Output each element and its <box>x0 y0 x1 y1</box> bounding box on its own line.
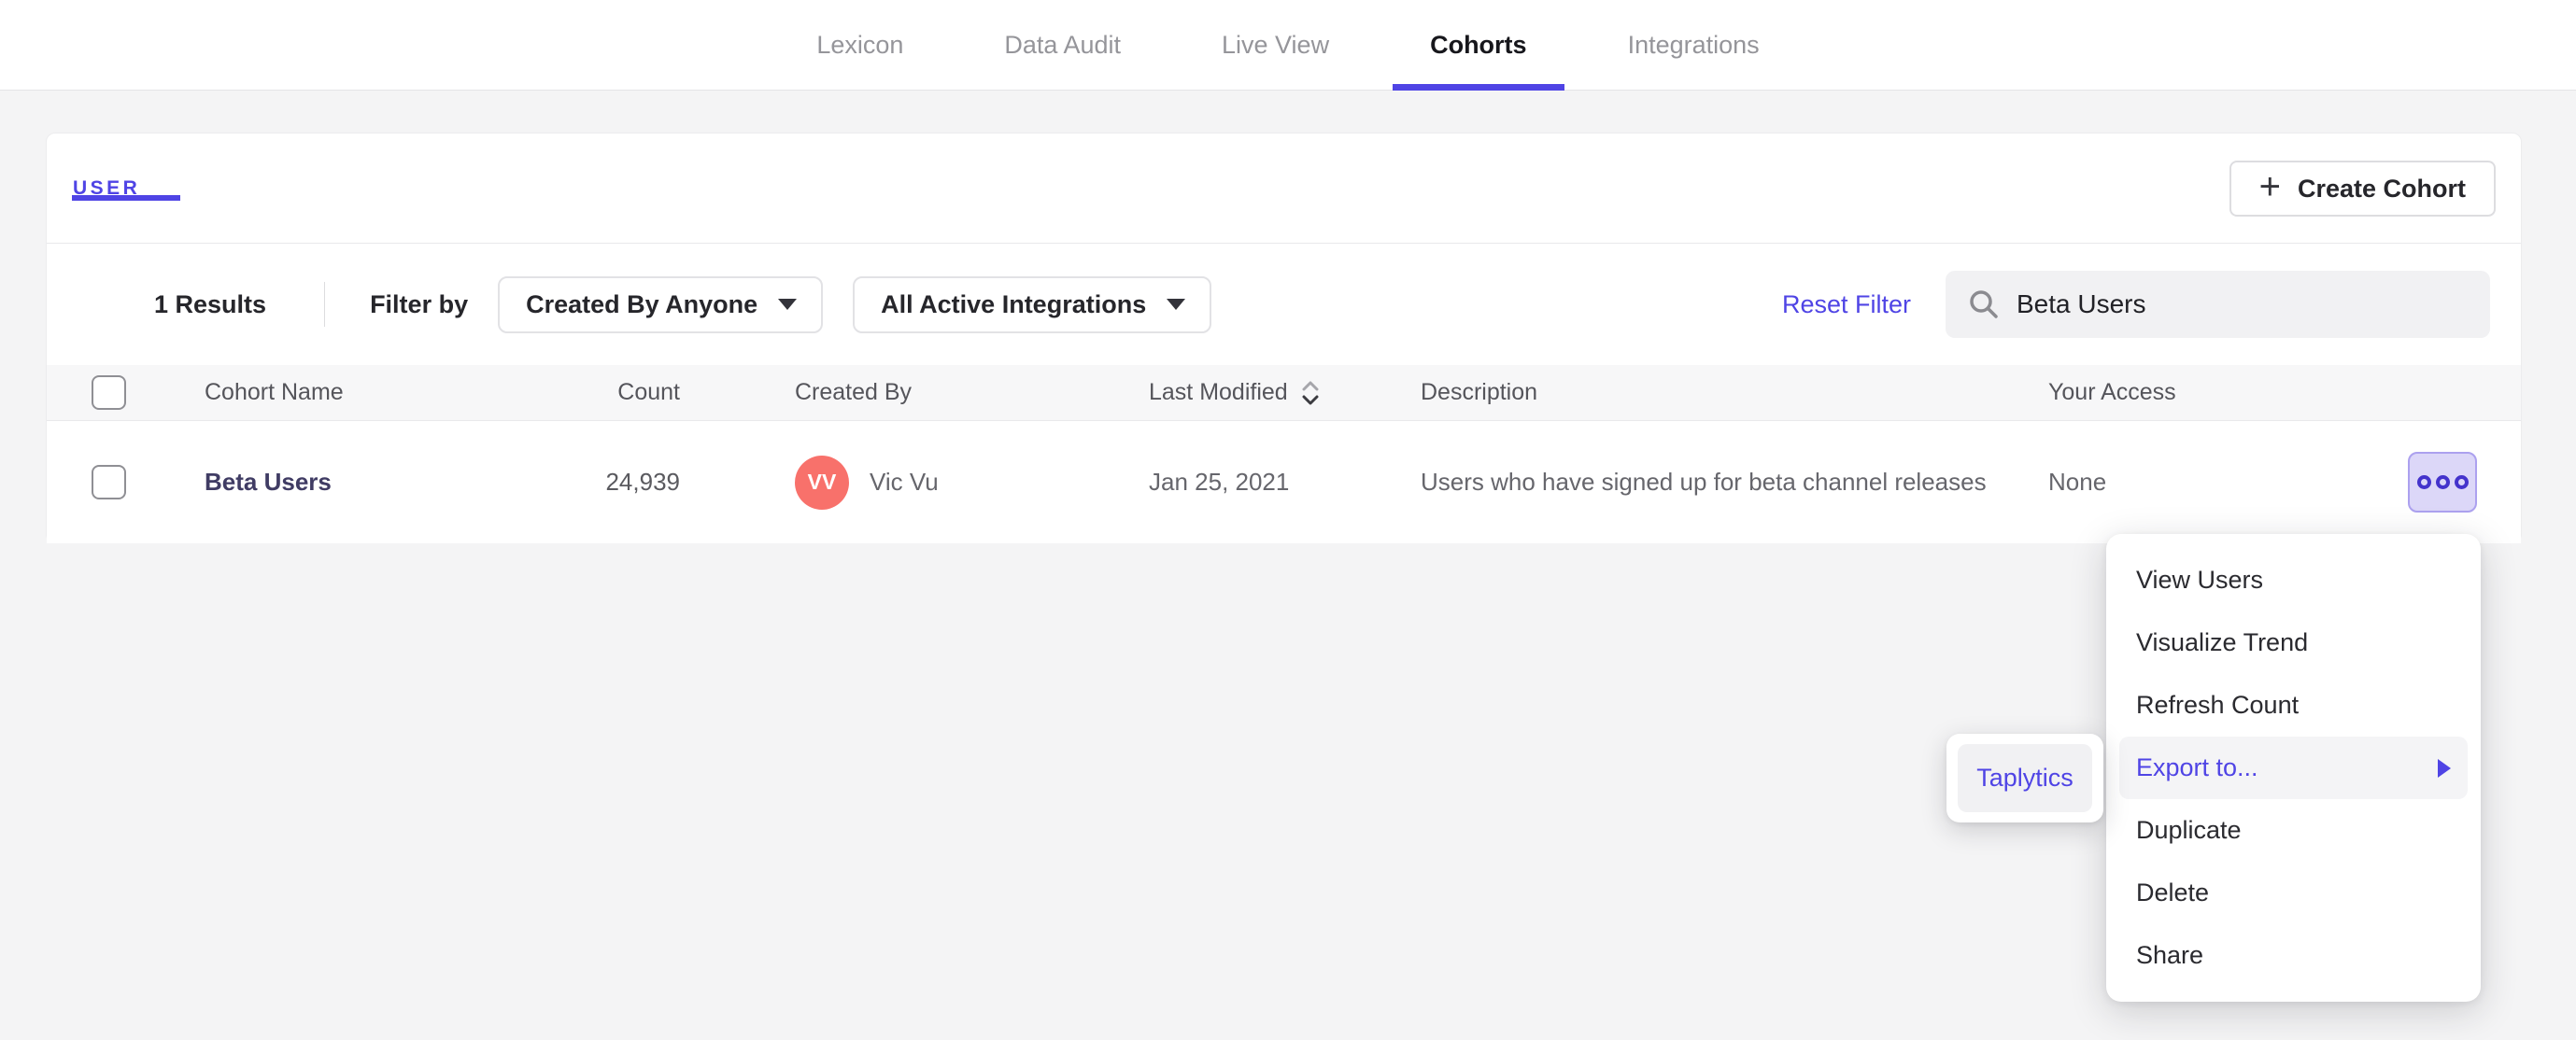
nav-tab-label: Lexicon <box>816 31 904 59</box>
chevron-down-icon <box>1167 299 1186 310</box>
submenu-item-label: Taplytics <box>1976 764 2074 792</box>
filter-bar: 1 Results Filter by Created By Anyone Al… <box>47 244 2521 365</box>
cohort-name-link[interactable]: Beta Users <box>205 468 332 497</box>
nav-tab-lexicon[interactable]: Lexicon <box>816 0 903 91</box>
row-actions-menu: View Users Visualize Trend Refresh Count… <box>2106 534 2481 1002</box>
search-input[interactable] <box>2017 289 2468 319</box>
column-header-label: Cohort Name <box>205 379 344 405</box>
menu-item-label: Duplicate <box>2136 816 2242 844</box>
column-header-count[interactable]: Count <box>513 365 680 420</box>
row-checkbox[interactable] <box>92 465 126 499</box>
ellipsis-dot-icon <box>2416 475 2431 489</box>
cohorts-card: USER + Create Cohort 1 Results Filter by… <box>46 133 2522 543</box>
filter-by-label: Filter by <box>370 289 469 318</box>
select-all-checkbox[interactable] <box>92 375 126 410</box>
nav-tab-data-audit[interactable]: Data Audit <box>1004 0 1121 91</box>
create-cohort-label: Create Cohort <box>2297 174 2466 203</box>
menu-item-label: Share <box>2136 941 2204 969</box>
last-modified-value: Jan 25, 2021 <box>1149 468 1290 496</box>
count-cell: 24,939 <box>513 421 680 543</box>
avatar: VV <box>795 455 849 510</box>
created-by-dropdown-value: Created By Anyone <box>526 289 758 318</box>
tab-user-underline <box>72 195 180 201</box>
integrations-dropdown[interactable]: All Active Integrations <box>853 275 1212 333</box>
card-header: USER + Create Cohort <box>47 134 2521 244</box>
table-header-row: Cohort Name Count Created By Last Modifi… <box>47 365 2521 421</box>
top-bar: Lexicon Data Audit Live View Cohorts Int… <box>0 0 2576 91</box>
column-header-cohort-name[interactable]: Cohort Name <box>205 365 503 420</box>
column-header-description[interactable]: Description <box>1421 365 2037 420</box>
nav-tab-integrations[interactable]: Integrations <box>1628 0 1760 91</box>
results-count: 1 Results <box>154 289 267 318</box>
your-access-cell: None <box>2048 421 2328 543</box>
create-cohort-button[interactable]: + Create Cohort <box>2229 161 2496 217</box>
menu-item-label: View Users <box>2136 566 2264 594</box>
menu-item-label: Delete <box>2136 878 2210 906</box>
divider <box>324 282 326 327</box>
menu-item-delete[interactable]: Delete <box>2106 862 2481 924</box>
tab-user[interactable]: USER <box>72 177 180 201</box>
export-submenu: Taplytics <box>1946 734 2103 822</box>
column-header-label: Last Modified <box>1149 379 1288 405</box>
sort-icon[interactable] <box>1299 378 1322 408</box>
row-actions-button[interactable] <box>2408 452 2477 513</box>
row-select-cell <box>92 421 148 543</box>
access-value: None <box>2048 468 2107 496</box>
menu-item-visualize-trend[interactable]: Visualize Trend <box>2106 611 2481 674</box>
nav-tab-label: Live View <box>1222 31 1330 59</box>
active-tab-underline <box>1393 84 1564 91</box>
integrations-dropdown-value: All Active Integrations <box>881 289 1147 318</box>
menu-item-duplicate[interactable]: Duplicate <box>2106 799 2481 862</box>
count-value: 24,939 <box>605 468 680 496</box>
description-cell: Users who have signed up for beta channe… <box>1421 421 2037 543</box>
column-header-your-access[interactable]: Your Access <box>2048 365 2328 420</box>
menu-item-export-to[interactable]: Export to... <box>2119 737 2468 799</box>
chevron-down-icon <box>778 299 798 310</box>
submenu-arrow-icon <box>2438 758 2451 778</box>
creator-name: Vic Vu <box>870 468 939 496</box>
ellipsis-dot-icon <box>2454 475 2469 489</box>
nav-tab-cohorts[interactable]: Cohorts <box>1393 0 1564 91</box>
search-icon <box>1970 290 1998 318</box>
nav-tab-live-view[interactable]: Live View <box>1222 0 1329 91</box>
plus-icon: + <box>2258 166 2281 207</box>
column-header-created-by[interactable]: Created By <box>795 365 1131 420</box>
menu-item-share[interactable]: Share <box>2106 924 2481 987</box>
submenu-item-taplytics[interactable]: Taplytics <box>1958 744 2092 812</box>
nav-tab-label: Cohorts <box>1430 31 1527 59</box>
menu-item-view-users[interactable]: View Users <box>2106 549 2481 611</box>
row-actions-cell <box>2408 421 2492 543</box>
select-all-cell <box>92 365 148 420</box>
table-row: Beta Users 24,939 VV Vic Vu Jan 25, 2021… <box>47 421 2521 543</box>
menu-item-label: Refresh Count <box>2136 691 2300 719</box>
nav-tab-label: Data Audit <box>1004 31 1121 59</box>
created-by-cell: VV Vic Vu <box>795 421 1131 543</box>
ellipsis-dot-icon <box>2435 475 2450 489</box>
created-by-dropdown[interactable]: Created By Anyone <box>498 275 824 333</box>
cohort-name-cell: Beta Users <box>205 421 503 543</box>
reset-filter-link[interactable]: Reset Filter <box>1782 290 1911 319</box>
column-header-last-modified[interactable]: Last Modified <box>1149 365 1410 420</box>
last-modified-cell: Jan 25, 2021 <box>1149 421 1410 543</box>
menu-item-refresh-count[interactable]: Refresh Count <box>2106 674 2481 737</box>
column-header-label: Created By <box>795 379 913 405</box>
column-header-label: Your Access <box>2048 379 2176 405</box>
menu-item-label: Visualize Trend <box>2136 628 2309 656</box>
column-header-label: Description <box>1421 379 1538 405</box>
column-header-label: Count <box>617 379 680 405</box>
main-nav: Lexicon Data Audit Live View Cohorts Int… <box>0 0 2576 91</box>
menu-item-label: Export to... <box>2136 753 2258 781</box>
nav-tab-label: Integrations <box>1627 31 1760 59</box>
description-text: Users who have signed up for beta channe… <box>1421 468 1987 496</box>
search-box[interactable] <box>1946 271 2490 338</box>
